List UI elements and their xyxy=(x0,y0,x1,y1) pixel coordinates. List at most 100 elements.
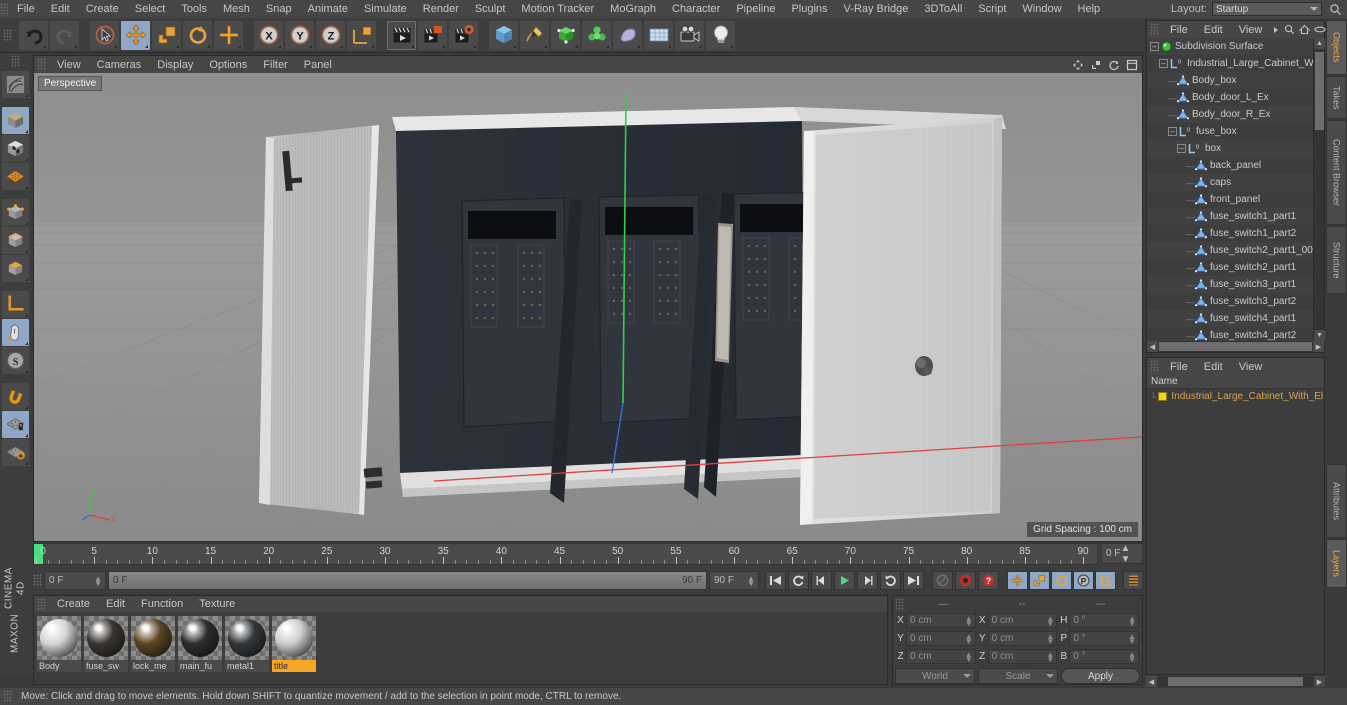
move-view-icon[interactable] xyxy=(1070,57,1086,73)
coordinate-rotation-field[interactable]: 0 ° ▲ ▼ xyxy=(1069,631,1140,646)
go-to-end-button[interactable] xyxy=(903,571,924,590)
tree-node[interactable]: — Body_door_R_Ex xyxy=(1147,106,1313,123)
coordinate-rotation-field[interactable]: 0 ° ▲ ▼ xyxy=(1069,649,1140,664)
expander-toggle[interactable]: – xyxy=(1159,59,1168,68)
tree-node[interactable]: – 0 Industrial_Large_Cabinet_With xyxy=(1147,55,1313,72)
add-cube-button[interactable] xyxy=(489,20,518,50)
menu-3dtoall[interactable]: 3DToAll xyxy=(916,0,970,18)
stepper-icon[interactable]: ▲ ▼ xyxy=(1046,651,1054,664)
left-palette-grip[interactable] xyxy=(11,55,20,68)
add-spline-button[interactable] xyxy=(520,20,549,50)
timeline-scrubber[interactable]: 0 F 90 F xyxy=(108,571,707,590)
undo-button[interactable] xyxy=(19,20,48,50)
move-tool[interactable] xyxy=(121,20,150,50)
layout-selector[interactable]: Layout: Startup xyxy=(1171,1,1347,17)
menu-plugins[interactable]: Plugins xyxy=(783,0,835,18)
status-grip[interactable] xyxy=(3,690,12,703)
object-manager-grip[interactable] xyxy=(1150,23,1159,36)
menu-sculpt[interactable]: Sculpt xyxy=(467,0,514,18)
autokey-button[interactable] xyxy=(932,571,953,590)
material-menu-create[interactable]: Create xyxy=(49,595,98,613)
stepper-icon[interactable]: ▲ ▼ xyxy=(965,651,973,664)
tree-node[interactable]: — back_panel xyxy=(1147,157,1313,174)
coordinate-position-field[interactable]: 0 cm ▲ ▼ xyxy=(906,649,976,664)
maximize-view-icon[interactable] xyxy=(1124,57,1140,73)
coordinates-grip[interactable] xyxy=(895,598,904,611)
coordinate-size-field[interactable]: 0 cm ▲ ▼ xyxy=(987,613,1058,628)
frame-start-field[interactable]: 0 F ▲ ▼ xyxy=(44,571,106,590)
tab-takes[interactable]: Takes xyxy=(1326,76,1347,120)
stepper-icon[interactable]: ▲ ▼ xyxy=(1046,633,1054,646)
tree-node[interactable]: — front_panel xyxy=(1147,191,1313,208)
viewport-grip[interactable] xyxy=(37,58,46,71)
stepper-icon[interactable]: ▲ ▼ xyxy=(747,575,755,588)
toolbar-grip[interactable] xyxy=(3,28,12,42)
coordinate-position-field[interactable]: 0 cm ▲ ▼ xyxy=(906,613,976,628)
timeline-ruler[interactable]: 0 5 10 15 20 25 30 35 40 45 50 55 60 65 70 75 80 85 90 xyxy=(33,543,1098,565)
layermgr-menu-file[interactable]: File xyxy=(1162,358,1196,376)
coordinate-rotation-field[interactable]: 0 ° ▲ ▼ xyxy=(1069,613,1140,628)
material-menu-function[interactable]: Function xyxy=(133,595,191,613)
play-forward-loop-button[interactable] xyxy=(880,571,901,590)
objmgr-menu-file[interactable]: File xyxy=(1162,21,1196,39)
scale-view-icon[interactable] xyxy=(1088,57,1104,73)
menu-mograph[interactable]: MoGraph xyxy=(602,0,664,18)
menu-script[interactable]: Script xyxy=(970,0,1014,18)
render-settings-button[interactable] xyxy=(449,20,478,50)
material-Body[interactable]: Body xyxy=(37,616,81,672)
object-tree-vscrollbar[interactable]: ▲ ▼ xyxy=(1313,38,1325,341)
add-deformer-button[interactable] xyxy=(613,20,642,50)
tree-node[interactable]: — fuse_switch4_part1 xyxy=(1147,310,1313,327)
viewport-3d-canvas[interactable]: Y X Grid Spacing : 100 cm xyxy=(34,73,1142,541)
stepper-icon[interactable]: ▲ ▼ xyxy=(1128,633,1136,646)
redo-button[interactable] xyxy=(50,20,79,50)
menu-v-ray-bridge[interactable]: V-Ray Bridge xyxy=(836,0,917,18)
lock-workplane-button[interactable] xyxy=(2,411,29,438)
key-parameter-button[interactable]: P xyxy=(1073,571,1094,590)
stepper-icon[interactable]: ▲ ▼ xyxy=(1046,615,1054,628)
tree-node[interactable]: — fuse_switch1_part2 xyxy=(1147,225,1313,242)
polygons-mode-button[interactable] xyxy=(2,255,29,282)
tab-content-browser[interactable]: Content Browser xyxy=(1326,120,1347,226)
coordinate-system-dropdown[interactable]: World xyxy=(895,668,975,684)
lock-z-axis-button[interactable]: Z xyxy=(316,20,345,50)
stepper-icon[interactable]: ▲ ▼ xyxy=(965,633,973,646)
material-lock_me[interactable]: lock_me xyxy=(131,616,175,672)
transform-tool[interactable] xyxy=(214,20,243,50)
menu-window[interactable]: Window xyxy=(1014,0,1069,18)
timeline-grip[interactable] xyxy=(33,574,42,587)
render-view-button[interactable] xyxy=(387,20,416,50)
menu-edit[interactable]: Edit xyxy=(43,0,78,18)
lock-y-axis-button[interactable]: Y xyxy=(285,20,314,50)
scroll-left-arrow-icon[interactable]: ◀ xyxy=(1147,341,1158,352)
add-light-button[interactable] xyxy=(706,20,735,50)
make-editable-button[interactable] xyxy=(2,71,29,98)
hscroll-thumb[interactable] xyxy=(1168,677,1303,686)
material-menu-texture[interactable]: Texture xyxy=(191,595,243,613)
search-icon[interactable] xyxy=(1283,24,1296,36)
viewport-menu-panel[interactable]: Panel xyxy=(296,56,340,74)
object-tree-hscrollbar[interactable]: ◀ ▶ xyxy=(1147,341,1324,352)
viewport-menu-view[interactable]: View xyxy=(49,56,89,74)
menu-snap[interactable]: Snap xyxy=(258,0,300,18)
menu-motion-tracker[interactable]: Motion Tracker xyxy=(513,0,602,18)
enable-axis-button[interactable] xyxy=(2,319,29,346)
tree-node[interactable]: — fuse_switch3_part2 xyxy=(1147,293,1313,310)
snap-magnet-button[interactable] xyxy=(2,383,29,410)
render-to-picture-viewer-button[interactable] xyxy=(418,20,447,50)
key-position-button[interactable] xyxy=(1007,571,1028,590)
add-mograph-button[interactable] xyxy=(582,20,611,50)
menu-create[interactable]: Create xyxy=(78,0,127,18)
viewport-menu-options[interactable]: Options xyxy=(201,56,255,74)
play-button[interactable] xyxy=(834,571,855,590)
layermgr-menu-view[interactable]: View xyxy=(1231,358,1271,376)
layermgr-menu-edit[interactable]: Edit xyxy=(1196,358,1231,376)
scroll-left-arrow-icon[interactable]: ◀ xyxy=(1146,676,1157,687)
tree-node[interactable]: — Body_door_L_Ex xyxy=(1147,89,1313,106)
material-fuse_sw[interactable]: fuse_sw xyxy=(84,616,128,672)
current-frame-display[interactable]: 0 F ▲ ▼ xyxy=(1101,543,1143,565)
workplane-mode-button[interactable] xyxy=(2,163,29,190)
more-arrow-icon[interactable] xyxy=(1270,24,1281,36)
soft-selection-button[interactable]: S xyxy=(2,347,29,374)
play-backwards-loop-button[interactable] xyxy=(788,571,809,590)
